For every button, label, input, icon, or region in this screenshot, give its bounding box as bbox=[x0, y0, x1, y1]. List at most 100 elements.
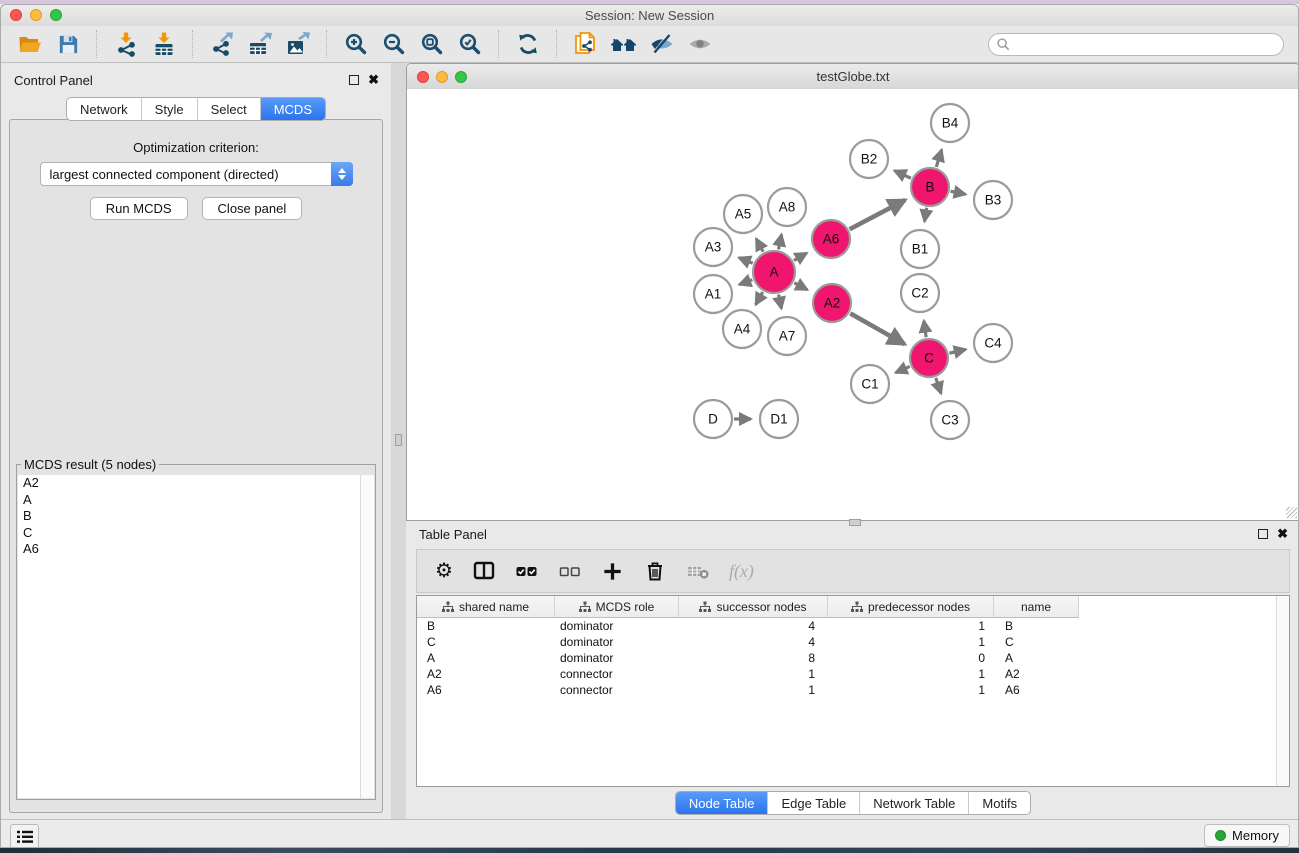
column-header-mcds-role[interactable]: MCDS role bbox=[555, 596, 679, 618]
result-list-scrollbar[interactable] bbox=[360, 475, 374, 798]
graph-node-A[interactable]: A bbox=[753, 251, 795, 293]
graph-edge-A-A8[interactable] bbox=[779, 234, 782, 249]
graph-edge-A-A1[interactable] bbox=[739, 280, 752, 285]
tab-node-table[interactable]: Node Table bbox=[676, 792, 769, 814]
table-cell[interactable]: connector bbox=[555, 666, 679, 682]
table-cell[interactable]: 1 bbox=[679, 666, 828, 682]
zoom-selected-icon[interactable] bbox=[455, 29, 485, 59]
search-input[interactable] bbox=[1011, 36, 1265, 53]
table-cell[interactable]: A6 bbox=[417, 682, 555, 698]
mcds-result-item[interactable]: C bbox=[18, 525, 374, 542]
table-cell[interactable]: A bbox=[417, 650, 555, 666]
graph-node-B2[interactable]: B2 bbox=[850, 140, 888, 178]
graph-node-B1[interactable]: B1 bbox=[901, 230, 939, 268]
table-cell[interactable]: A6 bbox=[994, 682, 1079, 698]
graph-node-A7[interactable]: A7 bbox=[768, 317, 806, 355]
graph-node-B3[interactable]: B3 bbox=[974, 181, 1012, 219]
graph-edge-A-A4[interactable] bbox=[756, 292, 763, 305]
mcds-result-list[interactable]: A2ABCA6 bbox=[18, 475, 374, 798]
network-resize-grip[interactable] bbox=[1286, 507, 1297, 518]
table-cell[interactable]: 1 bbox=[828, 634, 994, 650]
graph-node-C2[interactable]: C2 bbox=[901, 274, 939, 312]
export-network-icon[interactable] bbox=[207, 29, 237, 59]
graph-edge-A-A5[interactable] bbox=[756, 239, 763, 252]
open-file-icon[interactable] bbox=[15, 29, 45, 59]
column-header-name[interactable]: name bbox=[994, 596, 1079, 618]
table-cell[interactable]: 1 bbox=[679, 682, 828, 698]
network-canvas[interactable]: B4B2BB3A8A5A6A3B1AC2A1A2A4A7C4CC1C3DD1 bbox=[407, 89, 1299, 520]
import-table-icon[interactable] bbox=[149, 29, 179, 59]
graph-node-D[interactable]: D bbox=[694, 400, 732, 438]
graph-node-B[interactable]: B bbox=[911, 168, 949, 206]
graph-edge-C-C3[interactable] bbox=[936, 378, 941, 394]
task-history-button[interactable] bbox=[10, 824, 39, 848]
mcds-result-item[interactable]: B bbox=[18, 508, 374, 525]
splitter-handle[interactable] bbox=[395, 434, 402, 446]
select-all-columns-icon[interactable] bbox=[515, 559, 539, 583]
graph-edge-A-A3[interactable] bbox=[739, 258, 753, 264]
hide-selected-icon[interactable] bbox=[647, 29, 677, 59]
table-scrollbar[interactable] bbox=[1276, 596, 1289, 786]
splitter-handle-horizontal[interactable] bbox=[849, 519, 861, 526]
graph-edge-B-B1[interactable] bbox=[924, 208, 926, 222]
graph-edge-A-A6[interactable] bbox=[794, 253, 807, 260]
export-table-icon[interactable] bbox=[245, 29, 275, 59]
tab-style[interactable]: Style bbox=[142, 98, 198, 120]
table-row[interactable]: A6connector11A6 bbox=[417, 682, 1289, 698]
table-cell[interactable]: A2 bbox=[994, 666, 1079, 682]
graph-edge-A-A2[interactable] bbox=[794, 283, 807, 290]
tab-mcds[interactable]: MCDS bbox=[261, 98, 325, 120]
table-row[interactable]: Adominator80A bbox=[417, 650, 1289, 666]
column-header-successor-nodes[interactable]: successor nodes bbox=[679, 596, 828, 618]
graph-edge-B-B3[interactable] bbox=[951, 191, 966, 194]
close-table-panel-icon[interactable]: ✖ bbox=[1277, 529, 1288, 539]
table-row[interactable]: Bdominator41B bbox=[417, 618, 1289, 634]
mcds-result-item[interactable]: A2 bbox=[18, 475, 374, 492]
deselect-all-columns-icon[interactable] bbox=[558, 559, 582, 583]
show-all-icon[interactable] bbox=[685, 29, 715, 59]
table-cell[interactable]: connector bbox=[555, 682, 679, 698]
table-cell[interactable]: dominator bbox=[555, 618, 679, 634]
graph-node-C3[interactable]: C3 bbox=[931, 401, 969, 439]
tab-select[interactable]: Select bbox=[198, 98, 261, 120]
table-cell[interactable]: 1 bbox=[828, 682, 994, 698]
table-cell[interactable]: 4 bbox=[679, 618, 828, 634]
graph-node-A6[interactable]: A6 bbox=[812, 220, 850, 258]
table-cell[interactable]: A bbox=[994, 650, 1079, 666]
table-cell[interactable]: 0 bbox=[828, 650, 994, 666]
delete-columns-icon[interactable] bbox=[643, 559, 667, 583]
table-settings-icon[interactable]: ⚙ bbox=[435, 561, 453, 581]
graph-edge-A2-C[interactable] bbox=[850, 313, 904, 344]
tab-edge-table[interactable]: Edge Table bbox=[768, 792, 860, 814]
graph-node-A1[interactable]: A1 bbox=[694, 275, 732, 313]
table-cell[interactable]: 1 bbox=[828, 618, 994, 634]
graph-node-A2[interactable]: A2 bbox=[813, 284, 851, 322]
table-cell[interactable]: dominator bbox=[555, 650, 679, 666]
graph-node-C[interactable]: C bbox=[910, 339, 948, 377]
table-cell[interactable]: 8 bbox=[679, 650, 828, 666]
mcds-result-item[interactable]: A6 bbox=[18, 541, 374, 558]
graph-edge-C-C4[interactable] bbox=[949, 349, 965, 353]
graph-node-D1[interactable]: D1 bbox=[760, 400, 798, 438]
tab-network[interactable]: Network bbox=[67, 98, 142, 120]
table-cell[interactable]: B bbox=[994, 618, 1079, 634]
show-columns-icon[interactable] bbox=[472, 559, 496, 583]
column-header-predecessor-nodes[interactable]: predecessor nodes bbox=[828, 596, 994, 618]
graph-node-A3[interactable]: A3 bbox=[694, 228, 732, 266]
table-cell[interactable]: B bbox=[417, 618, 555, 634]
graph-node-B4[interactable]: B4 bbox=[931, 104, 969, 142]
column-header-shared-name[interactable]: shared name bbox=[417, 596, 555, 618]
close-panel-icon[interactable]: ✖ bbox=[368, 75, 379, 85]
zoom-out-icon[interactable] bbox=[379, 29, 409, 59]
zoom-fit-icon[interactable] bbox=[417, 29, 447, 59]
table-cell[interactable]: 4 bbox=[679, 634, 828, 650]
mcds-result-item[interactable]: A bbox=[18, 492, 374, 509]
export-image-icon[interactable] bbox=[283, 29, 313, 59]
apply-layout-icon[interactable] bbox=[513, 29, 543, 59]
run-mcds-button[interactable]: Run MCDS bbox=[90, 197, 188, 220]
memory-button[interactable]: Memory bbox=[1204, 824, 1290, 847]
graph-node-A5[interactable]: A5 bbox=[724, 195, 762, 233]
table-row[interactable]: A2connector11A2 bbox=[417, 666, 1289, 682]
graph-edge-A-A7[interactable] bbox=[779, 295, 782, 309]
graph-edge-C-C2[interactable] bbox=[924, 321, 926, 337]
